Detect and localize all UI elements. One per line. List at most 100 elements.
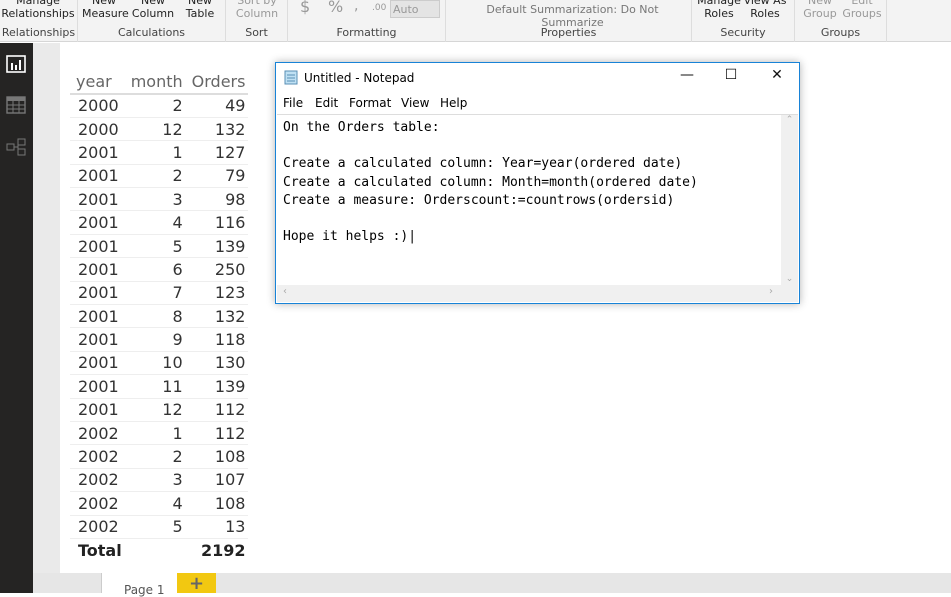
table-row: 2002 1 112 [70, 421, 249, 446]
cell-orders: 123 [185, 281, 249, 306]
manage-relationships-button[interactable]: Manage Relationships [0, 0, 76, 20]
cell-year: 2001 [70, 234, 125, 259]
cell-month: 10 [124, 351, 186, 376]
group-label: Calculations [117, 26, 186, 39]
cell-month: 5 [124, 515, 186, 539]
decimal-button[interactable]: .00 [372, 2, 386, 15]
cell-orders: 108 [185, 491, 249, 516]
cell-orders: 98 [185, 187, 249, 212]
cell-year: 2001 [70, 351, 125, 376]
header-orders[interactable]: Orders [185, 70, 249, 95]
new-table-button[interactable]: New Table [180, 0, 220, 20]
horizontal-scrollbar[interactable]: ‹ › [277, 285, 798, 302]
table-row: 2002 3 107 [70, 468, 249, 493]
notepad-icon [284, 70, 298, 85]
notepad-window: Untitled - Notepad — ☐ ✕ File Edit Forma… [275, 62, 800, 304]
cell-year: 2001 [70, 327, 125, 352]
cell-year: 2001 [70, 374, 125, 399]
cell-orders: 127 [185, 140, 249, 165]
comma-button[interactable]: , [354, 0, 358, 13]
minimize-button[interactable]: — [664, 67, 710, 89]
header-year[interactable]: year [70, 70, 125, 95]
table-row: 2000 2 49 [70, 94, 249, 118]
percent-button[interactable]: % [328, 0, 343, 15]
menu-format[interactable]: Format [349, 96, 391, 110]
cell-year: 2000 [70, 94, 125, 118]
cell-year: 2001 [70, 398, 125, 422]
cell-year: 2002 [70, 421, 125, 446]
table-row: 2001 9 118 [70, 327, 249, 352]
ribbon: Manage Relationships Relationships New M… [0, 0, 951, 42]
sort-by-column-button[interactable]: Sort by Column [230, 0, 284, 20]
cell-orders: 132 [185, 304, 249, 329]
group-sort: Sort by Column Sort [226, 0, 288, 42]
cell-month: 4 [124, 210, 186, 235]
table-row: 2001 8 132 [70, 304, 249, 329]
cell-month: 12 [124, 398, 186, 422]
table-row: 2001 3 98 [70, 187, 249, 212]
cell-month: 1 [124, 140, 186, 165]
cell-orders: 79 [185, 164, 249, 189]
table-row: 2002 2 108 [70, 444, 249, 469]
new-measure-button[interactable]: New Measure [82, 0, 129, 20]
group-label: Sort [245, 26, 268, 39]
currency-button[interactable]: $ [300, 0, 310, 15]
model-view-icon[interactable] [6, 138, 26, 156]
new-column-button[interactable]: New Column [130, 0, 176, 20]
table-header: year month Orders [70, 70, 249, 95]
table-row: 2001 7 123 [70, 281, 249, 306]
header-month[interactable]: month [124, 70, 186, 95]
close-button[interactable]: ✕ [754, 67, 800, 89]
vertical-scrollbar[interactable]: ⌃ ⌄ [781, 115, 798, 286]
decimal-places-input[interactable]: Auto [390, 0, 440, 18]
cell-orders: 250 [185, 257, 249, 282]
cell-month: 12 [124, 117, 186, 142]
page-tabs-bar: Page 1 + [33, 573, 951, 597]
orders-table: year month Orders 2000 2 49 2000 12 132 2001 1 1… [70, 70, 249, 562]
cell-year: 2001 [70, 210, 125, 235]
cell-orders: 108 [185, 444, 249, 469]
cell-month: 8 [124, 304, 186, 329]
cell-year: 2001 [70, 304, 125, 329]
text-editor[interactable]: On the Orders table: Create a calculated… [277, 114, 798, 302]
table-row: 2001 11 139 [70, 374, 249, 399]
cell-orders: 116 [185, 210, 249, 235]
cell-orders: 112 [185, 421, 249, 446]
menu-help[interactable]: Help [440, 96, 467, 110]
edit-groups-button[interactable]: Edit Groups [841, 0, 883, 20]
cell-month: 7 [124, 281, 186, 306]
data-view-icon[interactable] [6, 96, 26, 114]
new-group-button[interactable]: New Group [801, 0, 839, 20]
total-value: 2192 [185, 537, 249, 562]
cell-month: 6 [124, 257, 186, 282]
cell-year: 2001 [70, 187, 125, 212]
menu-file[interactable]: File [283, 96, 303, 110]
cell-year: 2002 [70, 515, 125, 539]
maximize-button[interactable]: ☐ [708, 67, 754, 89]
group-formatting: $ % , .00 Auto Formatting [288, 0, 446, 42]
cell-year: 2001 [70, 164, 125, 189]
table-row: 2002 5 13 [70, 515, 249, 539]
add-page-button[interactable]: + [177, 573, 216, 594]
group-relationships: Manage Relationships Relationships [0, 0, 78, 42]
menu-bar: File Edit Format View Help [276, 93, 799, 113]
cell-year: 2002 [70, 491, 125, 516]
cell-month: 3 [124, 468, 186, 493]
cell-orders: 139 [185, 374, 249, 399]
menu-edit[interactable]: Edit [315, 96, 338, 110]
cell-month: 2 [124, 94, 186, 118]
cell-month: 5 [124, 234, 186, 259]
report-view-icon[interactable] [6, 55, 26, 73]
editor-text[interactable]: On the Orders table: Create a calculated… [283, 119, 698, 246]
view-sidebar [0, 43, 33, 593]
cell-month: 2 [124, 164, 186, 189]
table-row: 2002 4 108 [70, 491, 249, 516]
cell-year: 2002 [70, 444, 125, 469]
cell-month: 11 [124, 374, 186, 399]
page-tab[interactable]: Page 1 [101, 573, 177, 597]
group-label: Formatting [336, 26, 397, 39]
group-security: Manage Roles View As Roles Security [692, 0, 795, 42]
view-as-roles-button[interactable]: View As Roles [742, 0, 788, 20]
menu-view[interactable]: View [401, 96, 429, 110]
manage-roles-button[interactable]: Manage Roles [696, 0, 742, 20]
